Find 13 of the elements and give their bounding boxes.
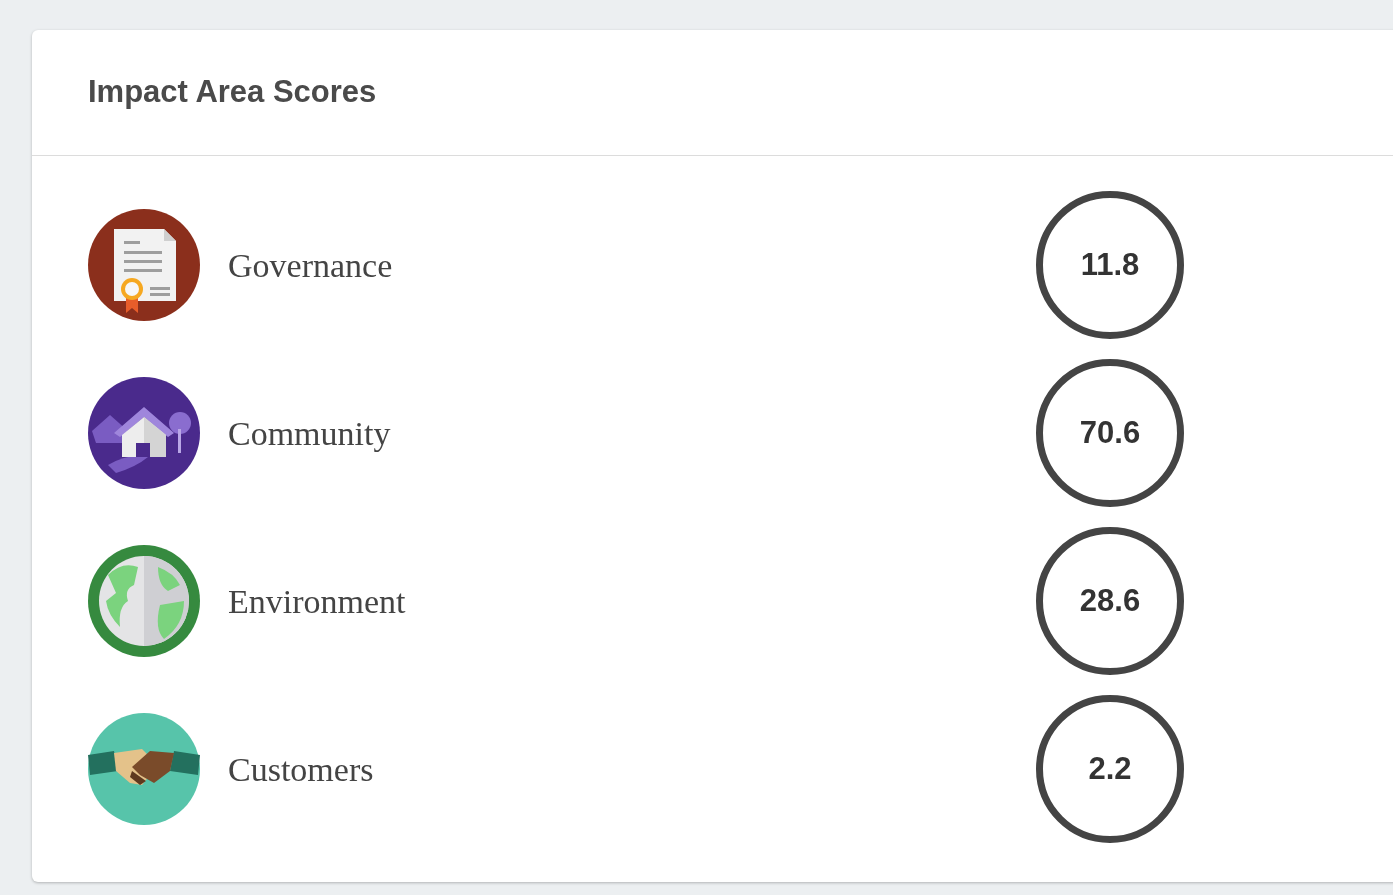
handshake-icon [88,713,200,825]
score-ring: 70.6 [1036,359,1184,507]
area-name: Community [228,413,392,454]
card-title: Impact Area Scores [88,73,377,112]
score-ring: 2.2 [1036,695,1184,843]
score-ring: 28.6 [1036,527,1184,675]
area-name: Customers [228,749,375,790]
house-icon [88,377,200,489]
area-name: Governance [228,245,394,286]
area-name: Environment [228,581,407,622]
certificate-icon [88,209,200,321]
globe-icon [88,545,200,657]
score-ring: 11.8 [1036,191,1184,339]
